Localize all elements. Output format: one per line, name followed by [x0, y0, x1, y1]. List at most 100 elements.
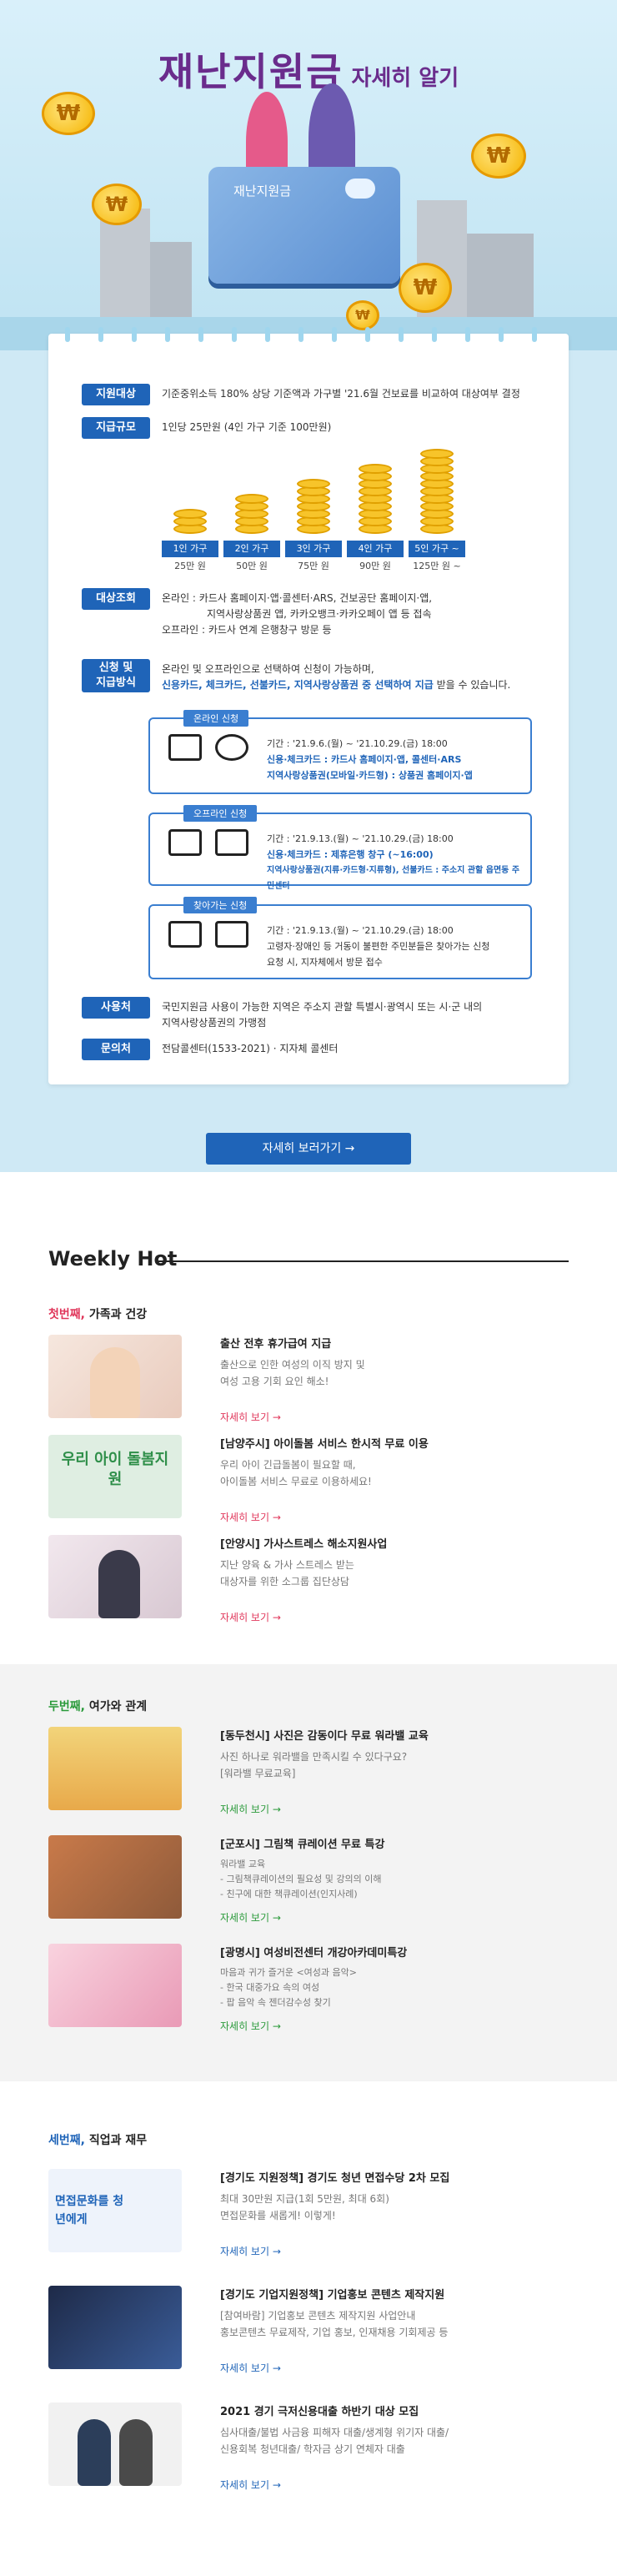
thumbnail-image — [48, 1535, 182, 1618]
coin-icon: ₩ — [471, 133, 526, 179]
building-illustration — [150, 242, 192, 325]
thumbnail-image — [48, 1727, 182, 1810]
tier-stack: 1인 가구 25만 원 — [162, 425, 218, 571]
item-title: [광명시] 여성비전센터 개강아카데미특강 — [220, 1947, 408, 1960]
section-title: 첫번째, 가족과 건강 — [48, 1306, 147, 1322]
tier-label: 5인 가구 ~ — [409, 541, 465, 557]
person-illustration — [78, 2419, 111, 2486]
card-chip — [345, 179, 375, 199]
list-item[interactable]: [경기도 기업지원정책] 기업홍보 콘텐츠 제작지원 [참여바람] 기업홍보 콘… — [48, 2286, 569, 2377]
notepad-ring — [98, 327, 103, 342]
more-info-button[interactable]: 자세히 보러가기 → — [206, 1133, 411, 1165]
item-title: [군포시] 그림책 큐레이션 무료 특강 — [220, 1839, 385, 1851]
coin-icon: ₩ — [346, 300, 379, 330]
tier-amount: 50만 원 — [236, 561, 268, 571]
list-item[interactable]: [광명시] 여성비전센터 개강아카데미특강 마음과 귀가 즐거운 <여성과 음악… — [48, 1944, 569, 2035]
list-item[interactable]: [군포시] 그림책 큐레이션 무료 특강 워라밸 교육 - 그림책큐레이션의 필… — [48, 1835, 569, 1927]
detail-link[interactable]: 자세히 보기 → — [220, 1510, 281, 1524]
card-illustration: 재난지원금 — [208, 167, 400, 284]
detail-link[interactable]: 자세히 보기 → — [220, 1410, 281, 1424]
hero-title-main: 재난지원금 — [158, 49, 344, 94]
item-desc: 최대 30만원 지급(1회 5만원, 최대 6회) 면접문화를 새롭게! 이렇게… — [220, 2193, 389, 2221]
coin-icon: ₩ — [399, 263, 452, 313]
tier-stack: 3인 가구 75만 원 — [285, 425, 342, 571]
list-item[interactable]: [안양시] 가사스트레스 해소지원사업 지난 양육 & 가사 스트레스 받는 대… — [48, 1535, 569, 1627]
item-desc: 마음과 귀가 즐거운 <여성과 음악> - 한국 대중가요 속의 여성 - 팝 … — [220, 1967, 357, 2008]
list-item[interactable]: 2021 경기 극저신용대출 하반기 대상 모집 심사대출/불법 사금융 피해자… — [48, 2402, 569, 2494]
apply-methods: 신용카드, 체크카드, 선불카드, 지역사랑상품권 중 선택하여 지급 — [162, 679, 434, 691]
monitor-icon — [168, 734, 202, 761]
detail-link[interactable]: 자세히 보기 → — [220, 1610, 281, 1624]
apply-text-2: 신용카드, 체크카드, 선불카드, 지역사랑상품권 중 선택하여 지급 받을 수… — [162, 677, 510, 693]
section-title: 세번째, 직업과 재무 — [48, 2131, 147, 2148]
section-name: 여가와 관계 — [88, 1700, 148, 1713]
phone-icon — [215, 734, 248, 761]
item-desc: 우리 아이 긴급돌봄이 필요할 때, 아이돌봄 서비스 무료로 이용하세요! — [220, 1459, 372, 1487]
coin-icon — [235, 494, 268, 504]
online-apply-card: 신용·체크카드 : 카드사 홈페이지·앱, 콜센터·ARS — [267, 754, 462, 765]
item-title: [안양시] 가사스트레스 해소지원사업 — [220, 1538, 388, 1551]
item-desc: 워라밸 교육 - 그림책큐레이션의 필요성 및 강의의 이해 - 친구에 대한 … — [220, 1859, 382, 1899]
offline-apply-text: 기간 : '21.9.13.(월) ~ '21.10.29.(금) 18:00 … — [267, 831, 522, 894]
item-desc: 심사대출/불법 사금융 피해자 대출/생계형 위기자 대출/ 신용회복 청년대출… — [220, 2427, 449, 2455]
apply-text: 온라인 및 오프라인으로 선택하여 신청이 가능하며, 신용카드, 체크카드, … — [162, 659, 510, 693]
online-apply-text: 기간 : '21.9.6.(월) ~ '21.10.29.(금) 18:00 신… — [267, 736, 522, 783]
coin-icon — [359, 464, 392, 474]
online-apply-voucher: 지역사랑상품권(모바일·카드형) : 상품권 홈페이지·앱 — [267, 770, 473, 781]
detail-link[interactable]: 자세히 보기 → — [220, 2244, 281, 2258]
thumbnail-image: 면접문화를 청년에게 — [48, 2169, 182, 2252]
tier-amount: 75만 원 — [298, 561, 329, 571]
card-label: 재난지원금 — [233, 184, 292, 199]
offline-apply-period: 기간 : '21.9.13.(월) ~ '21.10.29.(금) 18:00 — [267, 833, 454, 844]
list-item[interactable]: [동두천시] 사진은 감동이다 무료 워라밸 교육 사진 하나로 워라밸을 만족… — [48, 1727, 569, 1819]
notepad-ring — [298, 327, 303, 342]
person-illustration — [98, 1550, 140, 1618]
tier-label: 4인 가구 — [347, 541, 404, 557]
eligibility-row: 지원대상 기준중위소득 180% 상당 기준액과 가구별 '21.6월 건보료를… — [82, 384, 549, 405]
section-number: 세번째, — [48, 2134, 85, 2147]
detail-link[interactable]: 자세히 보기 → — [220, 2019, 281, 2033]
thumbnail-image: 우리 아이 돌봄지원 — [48, 1435, 182, 1518]
coin-icon — [173, 509, 207, 519]
building-icon — [215, 829, 248, 856]
notepad-ring — [399, 327, 404, 342]
heading-divider — [157, 1260, 569, 1262]
notepad-ring — [232, 327, 237, 342]
notepad-ring — [365, 327, 370, 342]
list-item[interactable]: 면접문화를 청년에게 [경기도 지원정책] 경기도 청년 면접수당 2차 모집 … — [48, 2169, 569, 2261]
item-desc: [참여바람] 기업홍보 콘텐츠 제작지원 사업안내 홍보콘텐츠 무료제작, 기업… — [220, 2310, 449, 2338]
detail-link[interactable]: 자세히 보기 → — [220, 2361, 281, 2375]
detail-link[interactable]: 자세히 보기 → — [220, 1802, 281, 1816]
apply-row: 신청 및 지급방식 온라인 및 오프라인으로 선택하여 신청이 가능하며, 신용카… — [82, 659, 549, 693]
online-apply-period: 기간 : '21.9.6.(월) ~ '21.10.29.(금) 18:00 — [267, 738, 448, 749]
hero-title-sub: 자세히 알기 — [351, 66, 459, 91]
visit-apply-box: 찾아가는 신청 기간 : '21.9.13.(월) ~ '21.10.29.(금… — [148, 897, 532, 979]
detail-link[interactable]: 자세히 보기 → — [220, 1910, 281, 1924]
target-online-2: 지역사랑상품권 앱, 카카오뱅크·카카오페이 앱 등 접속 — [207, 608, 432, 620]
item-title: [경기도 지원정책] 경기도 청년 면접수당 2차 모집 — [220, 2172, 450, 2185]
coin-icon — [297, 479, 330, 489]
online-apply-title: 온라인 신청 — [183, 710, 249, 727]
target-offline: 오프라인 : 카드사 연계 은행창구 방문 등 — [162, 624, 332, 636]
apply-text-3: 받을 수 있습니다. — [436, 679, 511, 691]
list-item[interactable]: 우리 아이 돌봄지원 [남양주시] 아이돌봄 서비스 한시적 무료 이용 우리 … — [48, 1435, 569, 1527]
section-title: 두번째, 여가와 관계 — [48, 1698, 147, 1714]
visit-apply-desc: 고령자·장애인 등 거동이 불편한 주민분들은 찾아가는 신청 — [267, 941, 490, 952]
item-desc: 출산으로 인한 여성의 이직 방지 및 여성 고용 기회 요인 해소! — [220, 1359, 365, 1387]
thumbnail-text: 우리 아이 돌봄지원 — [61, 1451, 169, 1488]
eligibility-tag: 지원대상 — [82, 384, 150, 405]
amount-tier-chart: 1인 가구 25만 원 2인 가구 50만 원 3인 가구 75만 원 4인 가구 90만 원… — [157, 434, 524, 571]
building-illustration — [467, 234, 534, 325]
thumbnail-text: 면접문화를 청년에게 — [55, 2195, 124, 2226]
item-title: [동두천시] 사진은 감동이다 무료 워라밸 교육 — [220, 1730, 429, 1743]
notepad-ring — [65, 327, 70, 342]
target-online: 온라인 : 카드사 홈페이지·앱·콜센터·ARS, 건보공단 홈페이지·앱, — [162, 592, 433, 604]
visit-apply-period: 기간 : '21.9.13.(월) ~ '21.10.29.(금) 18:00 — [267, 925, 454, 936]
apply-text-1: 온라인 및 오프라인으로 선택하여 신청이 가능하며, — [162, 663, 374, 675]
detail-link[interactable]: 자세히 보기 → — [220, 2478, 281, 2492]
tier-stack: 5인 가구 ~ 125만 원 ~ — [409, 425, 465, 571]
weekly-hot-heading: Weekly Hot — [48, 1247, 178, 1270]
tier-amount: 25만 원 — [174, 561, 206, 571]
apply-tag-line-1: 신청 및 — [98, 662, 133, 674]
list-item[interactable]: 출산 전후 휴가급여 지급 출산으로 인한 여성의 이직 방지 및 여성 고용 … — [48, 1335, 569, 1426]
